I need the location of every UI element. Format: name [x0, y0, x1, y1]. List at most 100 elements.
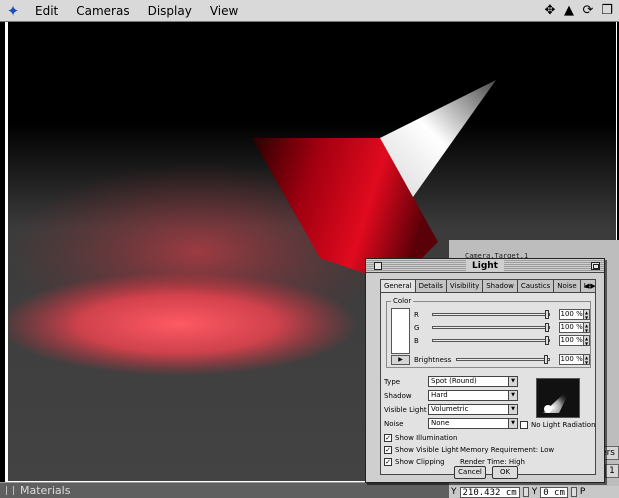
- blue-slider[interactable]: [431, 336, 550, 345]
- type-label: Type: [384, 377, 401, 386]
- memory-requirement-text: Memory Requirement: Low: [460, 446, 555, 454]
- tab-caustics[interactable]: Caustics: [517, 279, 555, 293]
- y-size-stepper[interactable]: [570, 487, 577, 497]
- tab-scroll-right-icon[interactable]: ▶: [590, 282, 595, 290]
- red-slider[interactable]: [431, 310, 550, 319]
- y-size-field[interactable]: 0 cm: [540, 486, 568, 498]
- green-value-field[interactable]: 100 %: [558, 322, 585, 333]
- show-visible-light-checkbox[interactable]: ✓ Show Visible Light: [384, 444, 459, 455]
- tab-noise[interactable]: Noise: [554, 279, 581, 293]
- y-position-field[interactable]: 210.432 cm: [459, 486, 520, 498]
- coordinates-row: Y 210.432 cm Y 0 cm P: [449, 486, 619, 498]
- chevron-down-icon[interactable]: ▼: [508, 377, 517, 386]
- tab-visibility[interactable]: Visibility: [446, 279, 484, 293]
- show-clipping-check[interactable]: ✓: [384, 457, 392, 466]
- noise-row: Noise None ▼: [384, 418, 518, 429]
- show-clipping-checkbox[interactable]: ✓ Show Clipping: [384, 456, 445, 467]
- brightness-stepper[interactable]: ▲ ▼: [584, 354, 590, 365]
- brightness-value-field[interactable]: 100 %: [558, 354, 585, 365]
- menu-view[interactable]: View: [201, 0, 247, 22]
- brightness-label: Brightness: [414, 355, 452, 364]
- green-stepper[interactable]: ▲ ▼: [584, 322, 590, 333]
- tab-shadow[interactable]: Shadow: [483, 279, 518, 293]
- dialog-tabs: General Details Visibility Shadow Causti…: [380, 279, 596, 293]
- visible-light-select[interactable]: Volumetric ▼: [428, 404, 518, 415]
- blue-slider-row: B 100 % ▲ ▼: [414, 335, 590, 346]
- brightness-slider-row: Brightness 100 % ▲ ▼: [414, 354, 590, 365]
- move-icon[interactable]: ✥: [542, 2, 558, 19]
- blue-label: B: [414, 336, 419, 345]
- ok-button[interactable]: OK: [492, 466, 518, 479]
- color-group: Color ▶ R 100 % ▲ ▼ G 100 % ▲ ▼ B 100 % ▲ ▼: [386, 297, 591, 368]
- visible-light-row: Visible Light Volumetric ▼: [384, 404, 518, 415]
- render-time-text: Render Time: High: [460, 458, 525, 466]
- viewport-menubar: ✦ Edit Cameras Display View ✥ ▲ ⟳ ❐: [0, 0, 619, 22]
- triangle-icon[interactable]: ▲: [561, 2, 577, 19]
- light-dialog: Light General Details Visibility Shadow …: [365, 258, 605, 483]
- tab-general[interactable]: General: [380, 279, 416, 293]
- chevron-down-icon[interactable]: ▼: [508, 419, 517, 428]
- green-slider-thumb[interactable]: [544, 323, 549, 332]
- no-light-radiation-label: No Light Radiation: [531, 421, 596, 429]
- tab-scroll-arrows: ◀ ▶: [584, 279, 596, 293]
- red-stepper[interactable]: ▲ ▼: [584, 309, 590, 320]
- red-slider-thumb[interactable]: [544, 310, 549, 319]
- color-swatch[interactable]: [391, 308, 410, 354]
- swatch-expand-icon[interactable]: ▶: [391, 355, 410, 365]
- chevron-down-icon[interactable]: ▼: [508, 391, 517, 400]
- dialog-titlebar[interactable]: Light: [366, 259, 604, 273]
- chevron-down-icon[interactable]: ▼: [508, 405, 517, 414]
- menu-display[interactable]: Display: [139, 0, 201, 22]
- red-slider-row: R 100 % ▲ ▼: [414, 309, 590, 320]
- y-position-stepper[interactable]: [522, 487, 529, 497]
- color-group-label: Color: [391, 297, 414, 306]
- close-box-icon[interactable]: [374, 262, 382, 270]
- window-icon[interactable]: ❐: [599, 2, 615, 19]
- no-light-radiation-check[interactable]: [520, 421, 528, 429]
- dialog-title: Light: [466, 260, 504, 272]
- type-value: Spot (Round): [431, 377, 477, 385]
- green-slider-row: G 100 % ▲ ▼: [414, 322, 590, 333]
- show-visible-light-check[interactable]: ✓: [384, 445, 392, 454]
- noise-label: Noise: [384, 419, 404, 428]
- shadow-row: Shadow Hard ▼: [384, 390, 518, 401]
- noise-select[interactable]: None ▼: [428, 418, 518, 429]
- materials-bar[interactable]: Materials: [0, 482, 450, 498]
- show-illumination-check[interactable]: ✓: [384, 433, 392, 442]
- show-illumination-checkbox[interactable]: ✓ Show Illumination: [384, 432, 457, 443]
- noise-value: None: [431, 419, 450, 427]
- visible-light-value: Volumetric: [431, 405, 469, 413]
- grip-icon[interactable]: [6, 486, 14, 495]
- y-label: Y: [451, 487, 457, 497]
- green-slider[interactable]: [431, 323, 550, 332]
- brightness-slider[interactable]: [456, 355, 550, 364]
- shadow-select[interactable]: Hard ▼: [428, 390, 518, 401]
- rotate-icon[interactable]: ⟳: [580, 2, 596, 19]
- tab-scroll-left-icon[interactable]: ◀: [584, 282, 589, 290]
- general-tab-panel: Color ▶ R 100 % ▲ ▼ G 100 % ▲ ▼ B 100 % ▲ ▼: [380, 292, 596, 475]
- cancel-button[interactable]: Cancel: [454, 466, 486, 479]
- type-row: Type Spot (Round) ▼: [384, 376, 518, 387]
- no-light-radiation-checkbox[interactable]: No Light Radiation: [520, 421, 596, 429]
- brightness-slider-thumb[interactable]: [544, 355, 549, 364]
- red-value-field[interactable]: 100 %: [558, 309, 585, 320]
- visible-light-label: Visible Light: [384, 405, 427, 414]
- show-visible-light-label: Show Visible Light: [395, 445, 459, 454]
- tab-details[interactable]: Details: [415, 279, 447, 293]
- blue-value-field[interactable]: 100 %: [558, 335, 585, 346]
- green-label: G: [414, 323, 420, 332]
- menu-cameras[interactable]: Cameras: [67, 0, 138, 22]
- cinema4d-logo-icon[interactable]: ✦: [0, 0, 26, 22]
- menu-edit[interactable]: Edit: [26, 0, 67, 22]
- show-clipping-label: Show Clipping: [395, 457, 445, 466]
- type-select[interactable]: Spot (Round) ▼: [428, 376, 518, 387]
- blue-stepper[interactable]: ▲ ▼: [584, 335, 590, 346]
- show-illumination-label: Show Illumination: [395, 433, 458, 442]
- y-size-label: Y: [531, 487, 538, 497]
- materials-label: Materials: [20, 484, 71, 497]
- h-field[interactable]: 1: [605, 464, 619, 478]
- shadow-value: Hard: [431, 391, 448, 399]
- zoom-box-icon[interactable]: [591, 262, 600, 270]
- viewport-nav-icons: ✥ ▲ ⟳ ❐: [542, 2, 615, 19]
- blue-slider-thumb[interactable]: [544, 336, 549, 345]
